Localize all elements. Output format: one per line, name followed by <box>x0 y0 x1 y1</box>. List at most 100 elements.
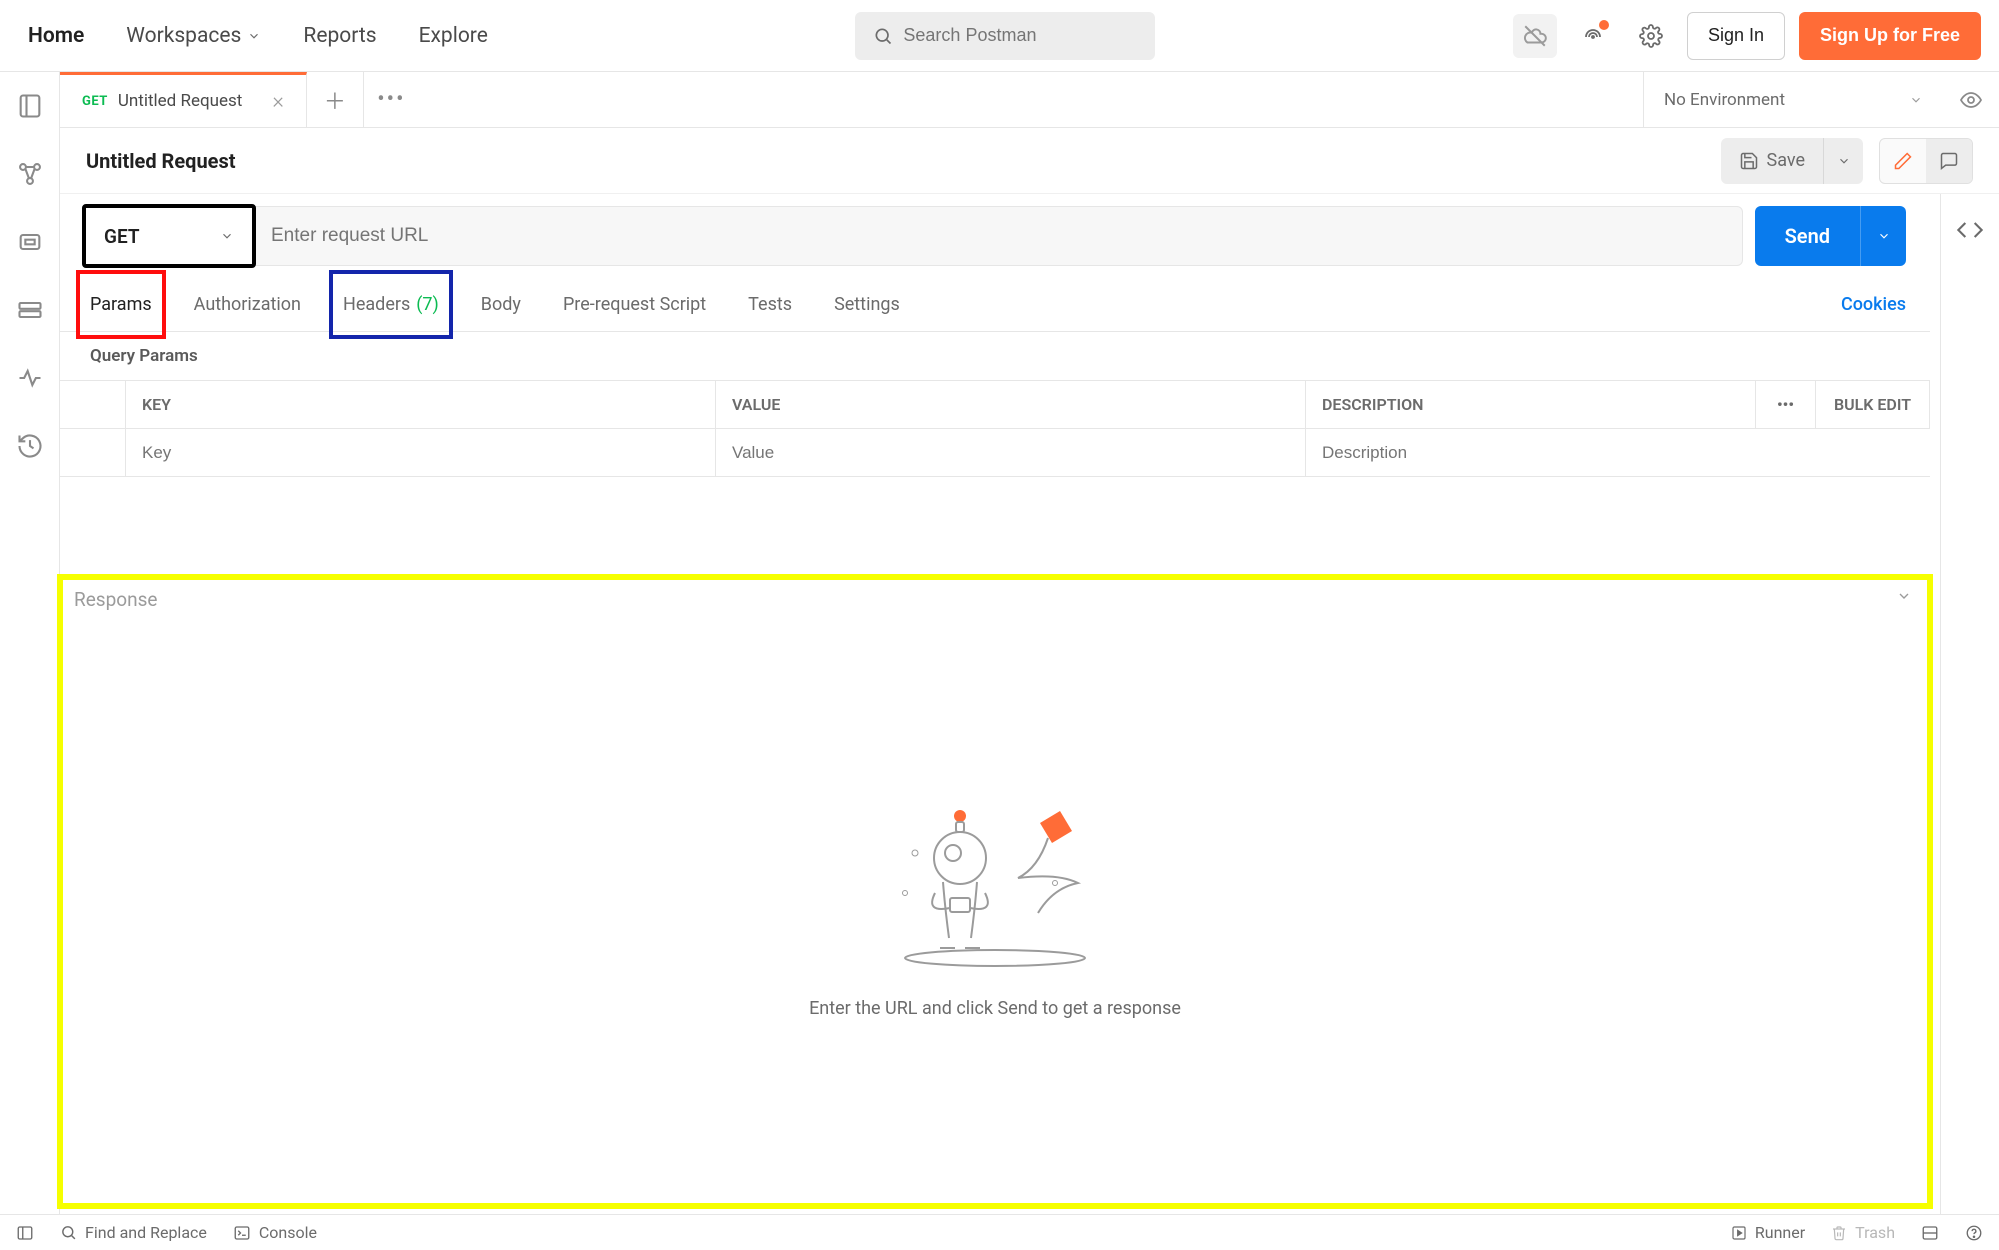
panel-left-icon <box>16 1224 34 1242</box>
collections-icon[interactable] <box>16 92 44 120</box>
nav-reports[interactable]: Reports <box>293 18 386 54</box>
nav-workspaces-label: Workspaces <box>126 24 241 48</box>
nav-home[interactable]: Home <box>18 18 94 54</box>
tab-prerequest[interactable]: Pre-request Script <box>557 278 712 331</box>
nav-workspaces[interactable]: Workspaces <box>116 18 271 54</box>
chevron-down-icon <box>247 29 261 43</box>
url-input[interactable] <box>253 207 1742 265</box>
save-button[interactable]: Save <box>1721 150 1824 171</box>
help-button[interactable] <box>1965 1224 1983 1242</box>
notification-dot <box>1599 20 1609 30</box>
response-title: Response <box>74 588 157 611</box>
trash-label: Trash <box>1855 1223 1895 1242</box>
code-icon[interactable] <box>1956 216 1984 244</box>
help-icon <box>1965 1224 1983 1242</box>
trash-icon <box>1831 1225 1847 1241</box>
response-panel: Response <box>60 577 1930 1206</box>
response-empty-text: Enter the URL and click Send to get a re… <box>809 998 1181 1019</box>
col-header-description: DESCRIPTION <box>1306 381 1756 428</box>
save-group: Save <box>1721 138 1864 184</box>
history-icon[interactable] <box>16 432 44 460</box>
tab-tests[interactable]: Tests <box>742 278 798 331</box>
http-method-select[interactable]: GET <box>84 206 254 266</box>
table-row <box>60 429 1930 477</box>
pencil-icon <box>1893 151 1913 171</box>
save-icon <box>1739 151 1759 171</box>
save-dropdown[interactable] <box>1823 138 1863 184</box>
send-group: Send <box>1755 206 1906 266</box>
mock-servers-icon[interactable] <box>16 296 44 324</box>
runner-button[interactable]: Runner <box>1731 1223 1805 1242</box>
save-label: Save <box>1767 150 1806 171</box>
param-value-input[interactable] <box>732 443 1289 463</box>
new-tab-button[interactable]: ＋ <box>307 72 363 127</box>
table-header-row: KEY VALUE DESCRIPTION ••• Bulk Edit <box>60 381 1930 429</box>
chevron-down-icon[interactable] <box>1896 588 1912 604</box>
request-title[interactable]: Untitled Request <box>86 149 235 173</box>
play-icon <box>1731 1225 1747 1241</box>
request-tabstrip: GET Untitled Request × ＋ ••• No Environm… <box>60 72 1999 128</box>
tab-headers-label: Headers <box>343 294 410 315</box>
environments-icon[interactable] <box>16 228 44 256</box>
capture-button[interactable] <box>1571 14 1615 58</box>
sign-in-button[interactable]: Sign In <box>1687 12 1785 60</box>
request-header: Untitled Request Save <box>60 128 1999 194</box>
gear-icon <box>1639 24 1663 48</box>
table-more-button[interactable]: ••• <box>1756 381 1816 428</box>
tab-params[interactable]: Params <box>84 278 158 331</box>
monitors-icon[interactable] <box>16 364 44 392</box>
find-replace-label: Find and Replace <box>85 1223 207 1242</box>
status-bar: Find and Replace Console Runner Trash <box>0 1214 1999 1250</box>
chevron-down-icon <box>1909 93 1923 107</box>
tab-authorization[interactable]: Authorization <box>188 278 307 331</box>
tab-headers[interactable]: Headers (7) <box>337 278 445 331</box>
environment-select[interactable]: No Environment <box>1643 72 1943 127</box>
search-icon <box>873 26 893 46</box>
environment-quicklook-button[interactable] <box>1943 72 1999 127</box>
edit-view-button[interactable] <box>1880 139 1926 183</box>
request-tab[interactable]: GET Untitled Request × <box>60 72 307 127</box>
request-subtabs: Params Authorization Headers (7) Body Pr… <box>60 274 1930 332</box>
col-header-value: VALUE <box>716 381 1306 428</box>
sidebar-toggle-button[interactable] <box>16 1224 34 1242</box>
cookies-link[interactable]: Cookies <box>1841 294 1906 315</box>
cloud-offline-button[interactable] <box>1513 14 1557 58</box>
eye-icon <box>1959 88 1983 112</box>
query-params-label: Query Params <box>60 332 1930 380</box>
find-replace-button[interactable]: Find and Replace <box>60 1223 207 1242</box>
global-search[interactable] <box>855 12 1155 60</box>
right-rail <box>1941 194 1999 1214</box>
tab-settings[interactable]: Settings <box>828 278 906 331</box>
chevron-down-icon <box>220 229 234 243</box>
cloud-off-icon <box>1522 23 1548 49</box>
tab-method-badge: GET <box>82 94 108 109</box>
tab-headers-count: (7) <box>416 294 439 315</box>
param-key-input[interactable] <box>142 443 699 463</box>
url-bar: GET <box>84 206 1743 266</box>
nav-explore[interactable]: Explore <box>409 18 498 54</box>
settings-button[interactable] <box>1629 14 1673 58</box>
tab-title: Untitled Request <box>118 91 243 111</box>
environment-label: No Environment <box>1664 90 1785 110</box>
view-mode-toggle <box>1879 138 1973 184</box>
two-pane-button[interactable] <box>1921 1224 1939 1242</box>
comment-icon <box>1939 151 1959 171</box>
top-nav: Home Workspaces Reports Explore Sign In … <box>0 0 1999 72</box>
chevron-down-icon <box>1877 229 1891 243</box>
tab-overflow-button[interactable]: ••• <box>363 72 419 127</box>
param-description-input[interactable] <box>1322 443 1914 463</box>
apis-icon[interactable] <box>16 160 44 188</box>
send-button[interactable]: Send <box>1755 206 1860 266</box>
col-header-key: KEY <box>126 381 716 428</box>
send-dropdown[interactable] <box>1860 206 1906 266</box>
trash-button[interactable]: Trash <box>1831 1223 1895 1242</box>
chevron-down-icon <box>1837 154 1851 168</box>
tab-body[interactable]: Body <box>475 278 527 331</box>
bulk-edit-button[interactable]: Bulk Edit <box>1816 381 1930 428</box>
comment-view-button[interactable] <box>1926 139 1972 183</box>
sign-up-button[interactable]: Sign Up for Free <box>1799 12 1981 60</box>
console-button[interactable]: Console <box>233 1223 317 1242</box>
global-search-input[interactable] <box>903 25 1137 46</box>
layout-icon <box>1921 1224 1939 1242</box>
close-icon[interactable]: × <box>272 89 284 114</box>
